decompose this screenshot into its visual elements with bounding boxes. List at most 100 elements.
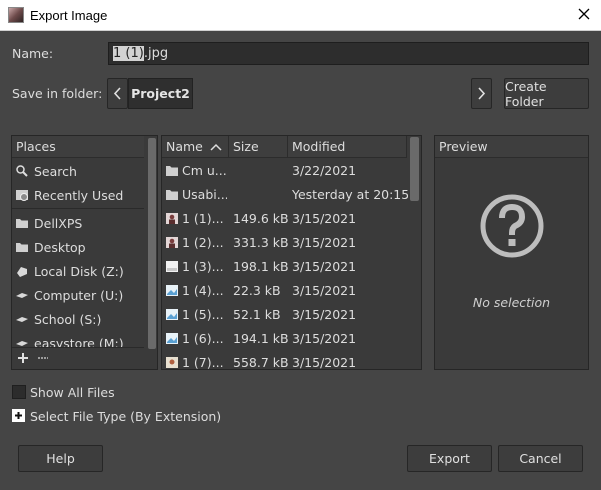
show-all-files-checkbox[interactable] [12,385,26,399]
place-label: Desktop [34,239,86,255]
column-size-label: Size [233,139,259,154]
file-size: 331.3 kB [233,235,288,250]
file-name: 1 (5)... [182,307,224,322]
file-modified: 3/15/2021 [292,307,357,322]
file-size: 22.3 kB [233,283,281,298]
drive-icon [15,264,29,278]
file-modified: 3/15/2021 [292,355,357,370]
cancel-button[interactable]: Cancel [498,445,583,472]
file-row[interactable]: 1 (6)... 194.1 kB 3/15/2021 [162,327,407,351]
file-row[interactable]: Cm u... 3/22/2021 [162,159,407,183]
image-file-icon [166,333,178,344]
create-folder-button[interactable]: Create Folder [504,78,589,109]
preview-pane: Preview No selection [434,135,589,370]
gimp-image-icon [8,7,24,23]
file-row[interactable]: 1 (1)... 149.6 kB 3/15/2021 [162,207,407,231]
place-computer[interactable]: Computer (U:) [12,283,144,307]
network-drive-icon [15,288,29,302]
file-modified: 3/15/2021 [292,211,357,226]
file-modified: Yesterday at 20:15 [292,187,410,202]
place-search[interactable]: Search [12,159,144,183]
file-row[interactable]: 1 (2)... 331.3 kB 3/15/2021 [162,231,407,255]
places-header: Places [12,136,144,158]
close-button[interactable] [570,3,598,27]
file-name: Usabi... [182,187,227,202]
place-dellxps[interactable]: DellXPS [12,211,144,235]
minus-icon [38,357,48,359]
save-in-folder-label: Save in folder: [12,86,103,101]
image-thumbnail-icon [166,357,178,368]
sort-ascending-icon [210,143,222,151]
path-back-button[interactable] [107,78,128,109]
filename-input[interactable]: 1 (1).jpg [108,42,589,65]
place-label: DellXPS [34,215,83,231]
chevron-right-icon [478,87,486,100]
plus-icon [18,353,28,363]
file-modified: 3/15/2021 [292,331,357,346]
question-mark-icon [480,194,544,258]
place-label: Local Disk (Z:) [34,263,124,279]
folder-icon [166,166,178,176]
remove-bookmark-button[interactable] [36,350,50,369]
file-name: 1 (1)... [182,211,224,226]
place-label: Computer (U:) [34,287,124,303]
help-button[interactable]: Help [18,445,103,472]
chevron-left-icon [113,87,121,100]
file-list-pane: Name Size Modified Cm u... 3/22/2021 Usa… [161,135,422,370]
file-row[interactable]: 1 (7)... 558.7 kB 3/15/2021 [162,351,407,370]
places-footer [12,347,144,369]
export-button[interactable]: Export [407,445,492,472]
file-size: 198.1 kB [233,259,288,274]
show-all-files-label[interactable]: Show All Files [30,385,115,400]
file-modified: 3/22/2021 [292,163,357,178]
path-forward-button[interactable] [471,78,492,109]
window-title: Export Image [30,8,108,23]
place-school[interactable]: School (S:) [12,307,144,331]
column-name-label: Name [166,139,203,154]
plus-expander-icon[interactable] [12,409,25,422]
recent-icon [15,188,29,202]
close-icon [578,8,590,20]
file-list-scrollbar-thumb[interactable] [410,137,419,201]
place-label: Recently Used [34,187,124,203]
column-size-header[interactable]: Size [229,136,288,158]
image-thumbnail-icon [166,213,178,224]
file-name: 1 (3)... [182,259,224,274]
place-label: Search [34,163,77,179]
path-crumb-project2[interactable]: Project2 [128,78,193,109]
preview-empty-text: No selection [472,295,551,310]
file-row[interactable]: 1 (5)... 52.1 kB 3/15/2021 [162,303,407,327]
file-size: 558.7 kB [233,355,288,370]
place-local-disk[interactable]: Local Disk (Z:) [12,259,144,283]
title-bar: Export Image [0,0,601,31]
file-modified: 3/15/2021 [292,235,357,250]
file-modified: 3/15/2021 [292,259,357,274]
place-desktop[interactable]: Desktop [12,235,144,259]
search-icon [15,164,29,178]
places-pane: Places Search Recently Used DellXPS Desk… [11,135,158,370]
file-modified: 3/15/2021 [292,283,357,298]
column-modified-label: Modified [292,139,346,154]
add-bookmark-button[interactable] [16,350,30,369]
filename-extension-text: .jpg [143,46,169,61]
file-name: Cm u... [182,163,227,178]
file-row[interactable]: 1 (3)... 198.1 kB 3/15/2021 [162,255,407,279]
file-name: 1 (4)... [182,283,224,298]
folder-icon [15,216,29,230]
column-modified-header[interactable]: Modified [288,136,407,158]
preview-header: Preview [435,136,588,158]
image-file-icon [166,285,178,296]
select-file-type-label[interactable]: Select File Type (By Extension) [30,409,221,424]
place-label: School (S:) [34,311,102,327]
filename-selected-text: 1 (1) [113,46,144,61]
network-drive-icon [15,312,29,326]
file-name: 1 (7)... [182,355,224,370]
column-name-header[interactable]: Name [162,136,229,158]
file-name: 1 (6)... [182,331,224,346]
places-scrollbar-thumb[interactable] [148,138,156,349]
file-row[interactable]: 1 (4)... 22.3 kB 3/15/2021 [162,279,407,303]
file-size: 194.1 kB [233,331,288,346]
folder-icon [15,240,29,254]
place-recently-used[interactable]: Recently Used [12,183,144,207]
file-row[interactable]: Usabi... Yesterday at 20:15 [162,183,410,207]
